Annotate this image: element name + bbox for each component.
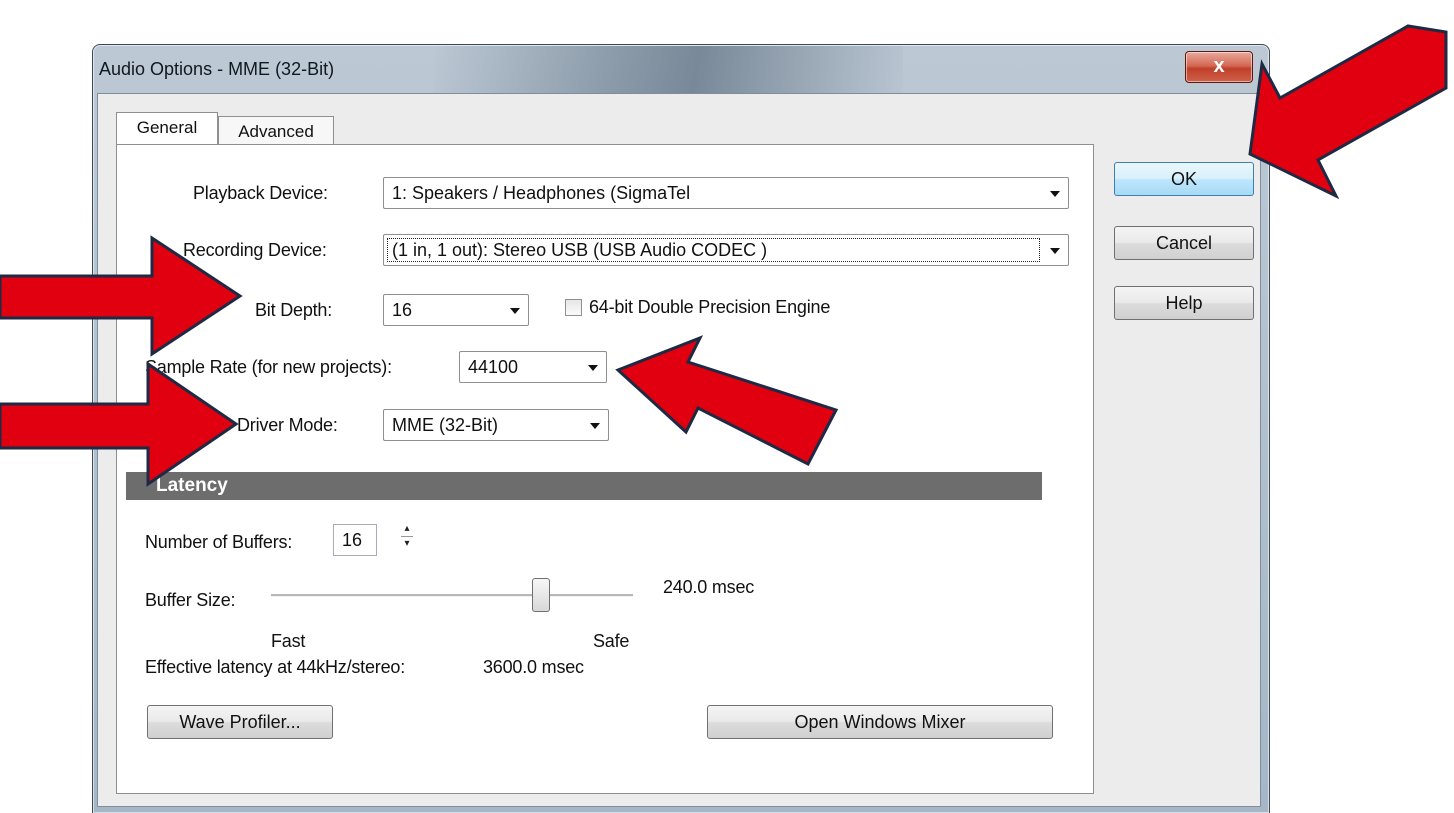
arrow-to-ok <box>1248 24 1448 200</box>
arrow-to-driver-mode <box>0 361 239 487</box>
arrow-to-bit-depth <box>0 235 243 357</box>
annotation-overlay <box>0 24 1448 487</box>
arrow-to-sample-rate <box>615 335 839 467</box>
